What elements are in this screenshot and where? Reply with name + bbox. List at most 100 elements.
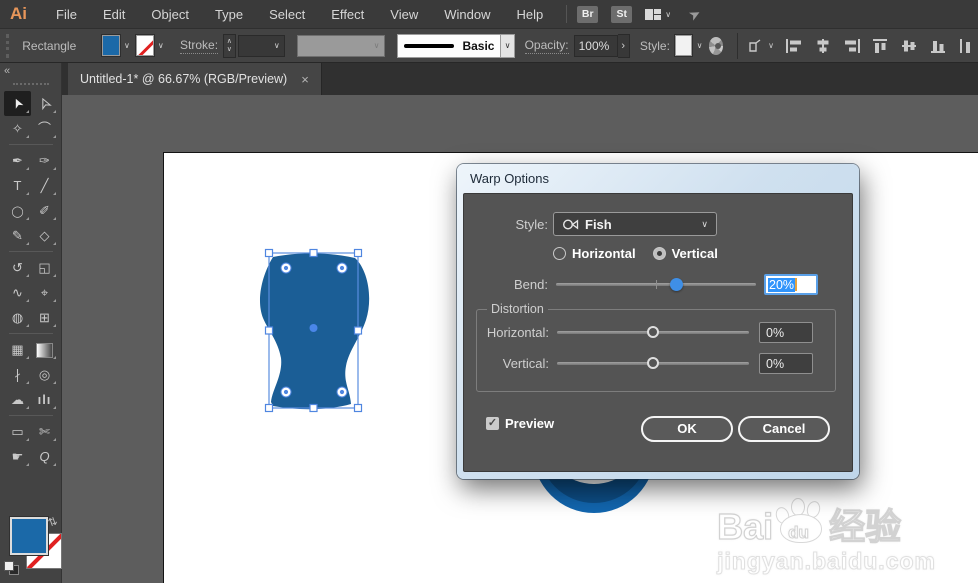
document-tab[interactable]: Untitled-1* @ 66.67% (RGB/Preview) ×	[68, 63, 322, 95]
selection-tool[interactable]: ➤	[4, 91, 31, 116]
vertical-radio[interactable]	[652, 247, 666, 260]
distortion-vertical-slider[interactable]	[557, 357, 749, 369]
distortion-horizontal-label: Horizontal:	[486, 325, 549, 340]
opacity-label[interactable]: Opacity:	[524, 38, 569, 54]
paintbrush-tool[interactable]: ✐	[31, 198, 58, 223]
menu-select[interactable]: Select	[256, 0, 318, 29]
workspace-icon[interactable]	[645, 8, 662, 20]
bend-slider[interactable]	[556, 277, 756, 291]
blend-tool[interactable]: ◎	[31, 362, 58, 387]
panel-grip[interactable]	[13, 83, 49, 85]
magic-wand-tool[interactable]: ✧	[4, 116, 31, 141]
shape-builder-tool[interactable]: ◍	[4, 305, 31, 330]
chevron-down-icon[interactable]: ∨	[501, 33, 515, 58]
scale-tool[interactable]: ◱	[31, 255, 58, 280]
ok-button[interactable]: OK	[641, 416, 733, 442]
fill-color-indicator[interactable]	[9, 516, 49, 556]
align-horizontal-center-button[interactable]	[813, 37, 833, 55]
zoom-tool[interactable]: Q	[31, 444, 58, 469]
hand-tool[interactable]: ☛	[4, 444, 31, 469]
menu-view[interactable]: View	[377, 0, 431, 29]
width-tool[interactable]: ∿	[4, 280, 31, 305]
bend-row: Bend: 20%	[464, 274, 852, 295]
pen-tool[interactable]: ✒	[4, 148, 31, 173]
preview-checkbox[interactable]: ✓	[486, 417, 499, 430]
preview-label[interactable]: Preview	[505, 416, 554, 431]
dialog-title[interactable]: Warp Options	[457, 164, 859, 193]
eyedropper-tool[interactable]: ∤	[4, 362, 31, 387]
stock-icon[interactable]: St	[611, 5, 633, 23]
opacity-field[interactable]: 100%	[573, 34, 618, 57]
warped-shape-selected[interactable]	[250, 245, 380, 415]
document-setup-icon[interactable]	[708, 36, 724, 55]
stroke-weight-label[interactable]: Stroke:	[180, 38, 219, 54]
cancel-button[interactable]: Cancel	[738, 416, 830, 442]
rotate-tool[interactable]: ↺	[4, 255, 31, 280]
expander-icon[interactable]: ›	[617, 33, 630, 58]
horizontal-radio[interactable]	[553, 247, 566, 260]
graphic-style-swatch[interactable]	[673, 34, 694, 57]
fish-icon	[562, 218, 579, 230]
pencil-tool[interactable]: ✎	[4, 223, 31, 248]
default-fill-stroke-icon[interactable]	[4, 561, 19, 575]
align-left-button[interactable]	[784, 37, 804, 55]
menu-file[interactable]: File	[43, 0, 90, 29]
close-icon[interactable]: ×	[301, 72, 309, 87]
collapse-panel-icon[interactable]: «	[4, 65, 10, 77]
align-right-button[interactable]	[842, 37, 862, 55]
eraser-tool[interactable]: ◇	[31, 223, 58, 248]
bend-slider-thumb[interactable]	[670, 277, 683, 291]
illustrator-logo: Ai	[10, 4, 27, 23]
ellipse-tool[interactable]: ◯	[4, 198, 31, 223]
gradient-tool[interactable]	[31, 337, 58, 362]
distribute-button[interactable]	[958, 37, 978, 55]
panel-grip[interactable]	[6, 33, 12, 58]
menu-window[interactable]: Window	[431, 0, 503, 29]
distortion-vertical-field[interactable]: 0%	[759, 353, 813, 374]
slice-tool[interactable]: ✄	[31, 419, 58, 444]
menu-type[interactable]: Type	[202, 0, 256, 29]
align-bottom-button[interactable]	[929, 37, 949, 55]
curvature-tool[interactable]: ✑	[31, 148, 58, 173]
menu-help[interactable]: Help	[503, 0, 556, 29]
stroke-color-swatch[interactable]	[135, 34, 155, 57]
stroke-weight-stepper[interactable]: ∧ ∨	[223, 33, 236, 58]
line-segment-tool[interactable]: ╱	[31, 173, 58, 198]
menu-edit[interactable]: Edit	[90, 0, 138, 29]
horizontal-radio-label[interactable]: Horizontal	[572, 246, 636, 261]
shape-center-point[interactable]	[309, 324, 318, 332]
chevron-down-icon[interactable]: ∨	[694, 35, 705, 56]
cs-live-icon[interactable]: ➤	[686, 4, 704, 25]
graph-tool[interactable]: ılı	[31, 387, 58, 412]
illustrator-window: Ai File Edit Object Type Select Effect V…	[0, 0, 978, 583]
vertical-radio-label[interactable]: Vertical	[672, 246, 718, 261]
direct-selection-tool[interactable]: ➤	[31, 91, 58, 116]
brush-definition-dropdown[interactable]: Basic	[397, 33, 502, 58]
align-vertical-center-button[interactable]	[900, 37, 920, 55]
chevron-down-icon[interactable]: ∨	[156, 35, 167, 56]
watermark-bai: Bai	[716, 506, 774, 547]
distortion-horizontal-field[interactable]: 0%	[759, 322, 813, 343]
fill-color-swatch[interactable]	[101, 34, 121, 57]
perspective-grid-tool[interactable]: ⊞	[31, 305, 58, 330]
puppet-warp-tool[interactable]: ⌖	[31, 280, 58, 305]
artboard-tool[interactable]: ▭	[4, 419, 31, 444]
shape-properties-icon[interactable]: ∨	[748, 38, 774, 54]
distortion-vertical-thumb[interactable]	[647, 357, 659, 369]
menu-object[interactable]: Object	[138, 0, 202, 29]
distortion-horizontal-thumb[interactable]	[647, 326, 659, 338]
bend-value-field[interactable]: 20%	[764, 274, 818, 295]
align-top-button[interactable]	[871, 37, 891, 55]
bridge-icon[interactable]: Br	[577, 5, 599, 23]
chevron-down-icon[interactable]: ∨	[665, 10, 671, 19]
stroke-weight-field[interactable]: ∨	[237, 34, 285, 57]
lasso-tool[interactable]: ⌒	[31, 116, 58, 141]
menu-effect[interactable]: Effect	[318, 0, 377, 29]
mesh-tool[interactable]: ▦	[4, 337, 31, 362]
distortion-horizontal-slider[interactable]	[557, 326, 749, 338]
chevron-down-icon: ∨	[273, 41, 280, 50]
warp-style-dropdown[interactable]: Fish ∨	[553, 212, 717, 236]
type-tool[interactable]: T	[4, 173, 31, 198]
chevron-down-icon[interactable]: ∨	[122, 35, 133, 56]
symbol-sprayer-tool[interactable]: ☁	[4, 387, 31, 412]
